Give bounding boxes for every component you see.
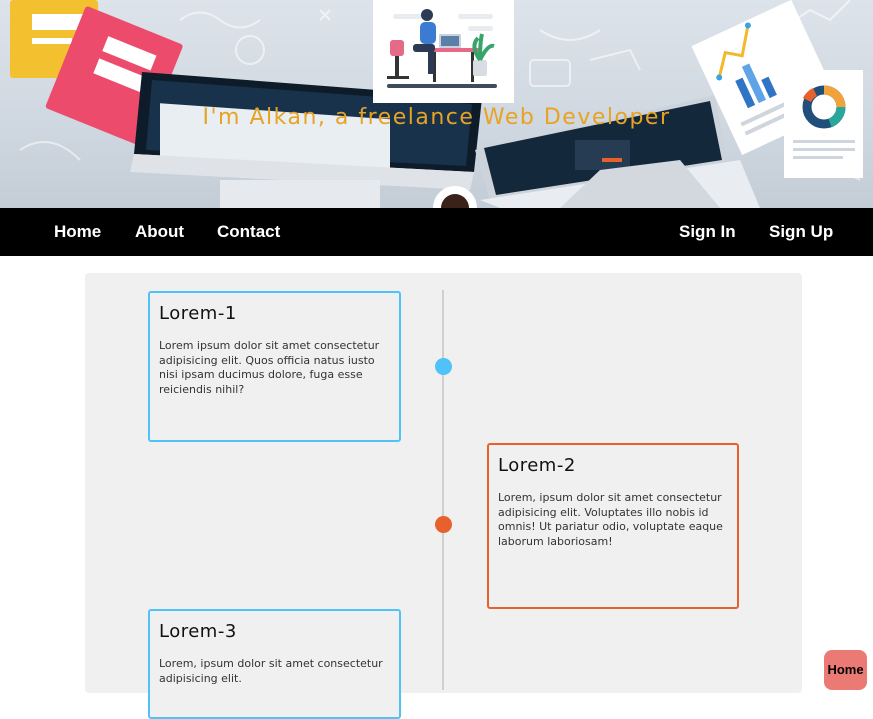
nav-contact[interactable]: Contact [217,208,280,256]
nav-about[interactable]: About [135,208,184,256]
card-title: Lorem-2 [498,455,576,476]
timeline-card: Lorem-2 Lorem, ipsum dolor sit amet cons… [487,443,739,609]
nav-home[interactable]: Home [54,208,101,256]
timeline-line [442,290,444,690]
hero-banner: I'm Alkan, a freelance Web Developer [0,0,873,208]
hero-title: I'm Alkan, a freelance Web Developer [202,105,671,130]
card-text: Lorem, ipsum dolor sit amet consectetur … [498,491,723,548]
home-floating-button[interactable]: Home [824,650,867,690]
timeline-card: Lorem-3 Lorem, ipsum dolor sit amet cons… [148,609,401,719]
card-text: Lorem ipsum dolor sit amet consectetur a… [159,339,380,396]
nav-sign-up[interactable]: Sign Up [769,208,833,256]
timeline-dot [435,516,452,533]
timeline-dot [435,358,452,375]
navbar: Home About Contact Sign In Sign Up [0,208,873,256]
nav-sign-in[interactable]: Sign In [679,208,736,256]
card-title: Lorem-3 [159,621,237,642]
timeline-card: Lorem-1 Lorem ipsum dolor sit amet conse… [148,291,401,442]
developer-illustration-icon [387,9,497,88]
card-title: Lorem-1 [159,303,237,324]
logo [373,0,514,103]
card-text: Lorem, ipsum dolor sit amet consectetur … [159,657,383,685]
